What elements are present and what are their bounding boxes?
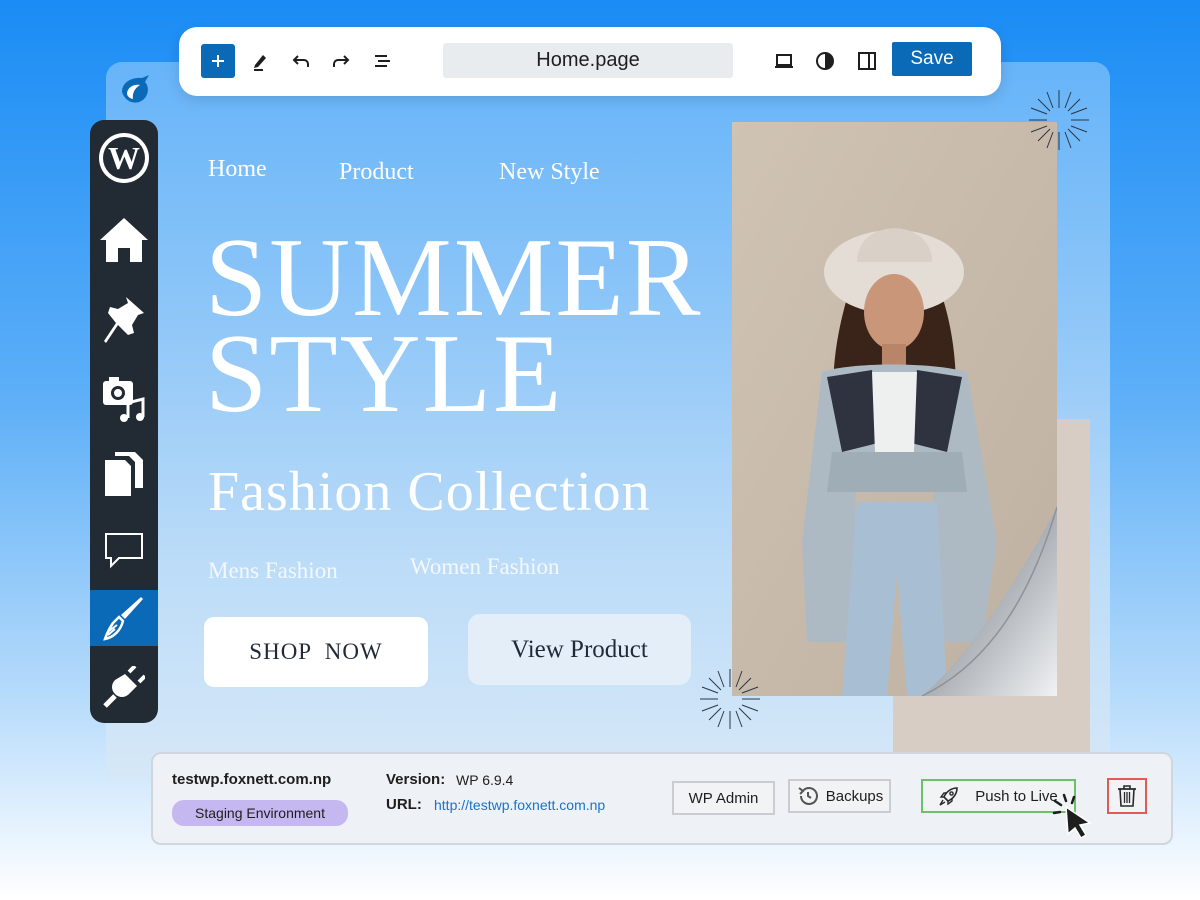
site-domain: testwp.foxnett.com.np [172, 771, 332, 788]
plus-icon [212, 55, 224, 67]
add-block-button[interactable] [201, 44, 235, 78]
comment-icon [105, 533, 143, 569]
history-icon [798, 787, 818, 805]
undo-icon [292, 55, 309, 67]
sidebar-item-wordpress[interactable]: W [90, 130, 158, 186]
model-photo [732, 122, 1057, 696]
sidebar-item-posts[interactable] [90, 293, 158, 349]
delete-site-button[interactable] [1107, 778, 1147, 814]
svg-text:W: W [108, 140, 140, 176]
wp-admin-button[interactable]: WP Admin [672, 781, 775, 815]
sidebar-item-pages[interactable] [90, 446, 158, 502]
trash-icon [1118, 785, 1136, 807]
push-to-live-label: Push to Live [975, 787, 1058, 805]
backups-label: Backups [825, 787, 884, 805]
fashion-model-illustration [732, 122, 1057, 696]
edit-tool-button[interactable] [243, 44, 277, 78]
sidebar-item-media[interactable] [90, 370, 158, 426]
version-label: Version: [386, 771, 446, 788]
decorative-burst-top [1029, 90, 1089, 150]
category-link-women[interactable]: Women Fashion [410, 554, 560, 580]
nav-link-home[interactable]: Home [208, 156, 267, 183]
save-button[interactable]: Save [892, 42, 972, 76]
url-label: URL: [386, 796, 422, 813]
brand-logo [122, 75, 149, 103]
pen-icon [254, 55, 266, 71]
category-link-mens[interactable]: Mens Fashion [208, 558, 338, 584]
version-value: WP 6.9.4 [456, 772, 514, 788]
sidebar-item-appearance[interactable] [90, 590, 158, 646]
sidebar-item-home[interactable] [90, 212, 158, 268]
home-icon [100, 218, 148, 262]
backups-button[interactable]: Backups [788, 779, 891, 813]
styles-button[interactable] [808, 44, 842, 78]
decorative-burst-bottom [700, 669, 760, 729]
list-view-button[interactable] [366, 44, 400, 78]
site-url-link[interactable]: http://testwp.foxnett.com.np [434, 797, 605, 813]
sidebar-item-comments[interactable] [90, 522, 158, 578]
view-product-button[interactable]: View Product [468, 614, 691, 685]
mouse-cursor-icon [1052, 793, 1092, 839]
media-icon [103, 377, 145, 422]
settings-panel-button[interactable] [850, 44, 884, 78]
undo-button[interactable] [284, 44, 318, 78]
wordpress-icon: W [99, 133, 149, 183]
admin-sidebar: W [90, 120, 158, 723]
sidebar-item-plugins[interactable] [90, 660, 158, 716]
pages-icon [105, 452, 143, 496]
wp-admin-label: WP Admin [688, 789, 759, 807]
editor-toolbar: Home.page Save [179, 27, 1001, 96]
environment-badge: Staging Environment [172, 800, 348, 826]
nav-link-product[interactable]: Product [339, 159, 414, 186]
hero-title-line-2: STYLE [205, 312, 564, 436]
pin-icon [104, 297, 144, 343]
contrast-icon [816, 52, 834, 70]
rocket-icon [939, 787, 959, 806]
redo-icon [333, 55, 350, 67]
list-view-icon [375, 55, 390, 67]
sidebar-toggle-icon [858, 52, 876, 70]
page-name-field[interactable]: Home.page [443, 43, 733, 78]
redo-button[interactable] [324, 44, 358, 78]
desktop-preview-icon [775, 54, 793, 68]
nav-link-new-style[interactable]: New Style [499, 159, 600, 186]
appearance-brush-icon [103, 597, 143, 641]
site-info-bar: testwp.foxnett.com.np Staging Environmen… [151, 752, 1173, 845]
hero-subtitle: Fashion Collection [208, 461, 651, 523]
shop-now-button[interactable]: SHOP NOW [204, 617, 428, 687]
plugins-icon [103, 666, 145, 708]
preview-device-button[interactable] [767, 44, 801, 78]
